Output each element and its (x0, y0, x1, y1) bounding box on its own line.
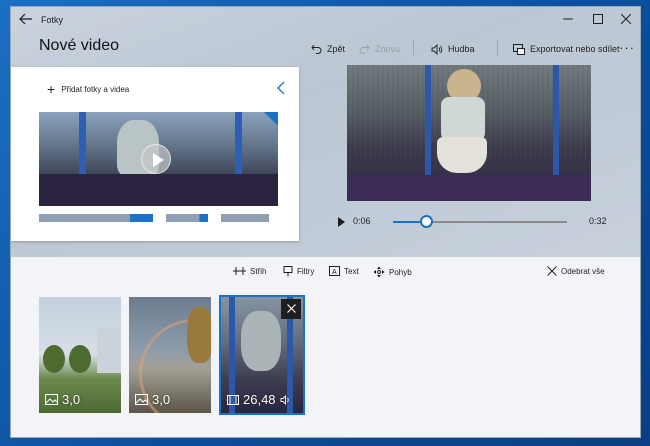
redo-button[interactable]: Znovu (359, 40, 400, 58)
speaker-icon (431, 43, 443, 55)
add-photos-videos-button[interactable]: + Přidat fotky a videa (47, 81, 130, 97)
export-button[interactable]: Exportovat nebo sdílet (513, 40, 620, 58)
clip-duration: 3,0 (45, 392, 80, 407)
library-thumbnail[interactable] (221, 214, 269, 222)
total-time: 0:32 (589, 216, 607, 226)
svg-text:A: A (332, 269, 337, 276)
playback-controls: 0:06 0:32 (333, 213, 613, 233)
close-icon (547, 266, 557, 276)
minimize-icon (563, 18, 573, 20)
library-thumbnail[interactable] (166, 214, 208, 222)
more-icon: ··· (619, 40, 635, 55)
remove-all-button[interactable]: Odebrat vše (547, 266, 605, 276)
filters-label: Filtry (297, 267, 315, 276)
music-button[interactable]: Hudba (431, 40, 475, 58)
play-icon[interactable] (141, 144, 171, 174)
music-label: Hudba (448, 44, 475, 54)
command-divider (413, 40, 414, 56)
text-icon: A (329, 266, 340, 276)
storyboard-clip[interactable]: 3,0 (129, 297, 211, 413)
plus-icon: + (47, 81, 56, 97)
remove-all-label: Odebrat vše (561, 266, 605, 276)
trim-button[interactable]: Střih (233, 266, 266, 276)
library-video-thumbnail[interactable] (39, 112, 278, 206)
motion-icon (373, 266, 385, 278)
play-icon[interactable] (338, 217, 345, 227)
filters-icon (283, 266, 293, 277)
editor-header-area: Fotky Nové video Zpět Znovu Hudba Export… (11, 7, 640, 257)
seek-thumb[interactable] (420, 215, 434, 228)
text-label: Text (344, 266, 359, 276)
close-window-button[interactable] (617, 13, 635, 29)
close-icon (286, 304, 296, 313)
storyboard-clip-selected[interactable]: 26,48 (219, 295, 305, 415)
trim-label: Střih (250, 266, 267, 276)
minimize-button[interactable] (559, 13, 577, 29)
back-arrow-icon (19, 13, 32, 25)
back-button[interactable] (17, 13, 35, 29)
video-icon (227, 394, 239, 405)
speaker-icon (280, 394, 289, 405)
add-photos-videos-label: Přidat fotky a videa (61, 84, 130, 94)
motion-button[interactable]: Pohyb (373, 266, 412, 278)
undo-label: Zpět (327, 44, 346, 54)
video-preview[interactable] (347, 65, 591, 201)
undo-button[interactable]: Zpět (311, 40, 345, 58)
page-title: Nové video (39, 37, 120, 54)
close-icon (620, 13, 632, 25)
undo-icon (311, 44, 322, 54)
redo-icon (359, 44, 370, 54)
remove-clip-button[interactable] (281, 299, 301, 319)
in-project-corner-marker (264, 112, 278, 126)
chevron-left-icon (277, 81, 285, 95)
filters-button[interactable]: Filtry (283, 266, 314, 277)
redo-label: Znovu (375, 44, 401, 54)
export-icon (513, 43, 525, 55)
storyboard-toolbar: Střih Filtry A Text Pohyb Odebrat vše (11, 259, 640, 287)
maximize-button[interactable] (589, 13, 607, 29)
app-title: Fotky (41, 15, 64, 25)
collapse-library-button[interactable] (277, 81, 285, 99)
motion-label: Pohyb (389, 267, 412, 277)
seek-slider[interactable] (393, 215, 567, 228)
trim-icon (233, 267, 246, 275)
photo-icon (135, 394, 148, 405)
storyboard-clip[interactable]: 3,0 (39, 297, 121, 413)
photo-icon (45, 394, 58, 405)
library-thumbnail[interactable] (39, 214, 153, 222)
command-divider (497, 40, 498, 56)
clip-duration: 3,0 (135, 392, 170, 407)
title-bar: Fotky (11, 7, 640, 35)
export-label: Exportovat nebo sdílet (530, 44, 620, 54)
text-button[interactable]: A Text (329, 266, 359, 276)
project-library-panel: + Přidat fotky a videa (11, 67, 299, 241)
current-time: 0:06 (353, 216, 371, 226)
clip-duration: 26,48 (227, 392, 291, 407)
photos-window: Fotky Nové video Zpět Znovu Hudba Export… (10, 6, 641, 438)
maximize-icon (593, 14, 603, 24)
more-options-button[interactable]: ··· (619, 40, 635, 56)
